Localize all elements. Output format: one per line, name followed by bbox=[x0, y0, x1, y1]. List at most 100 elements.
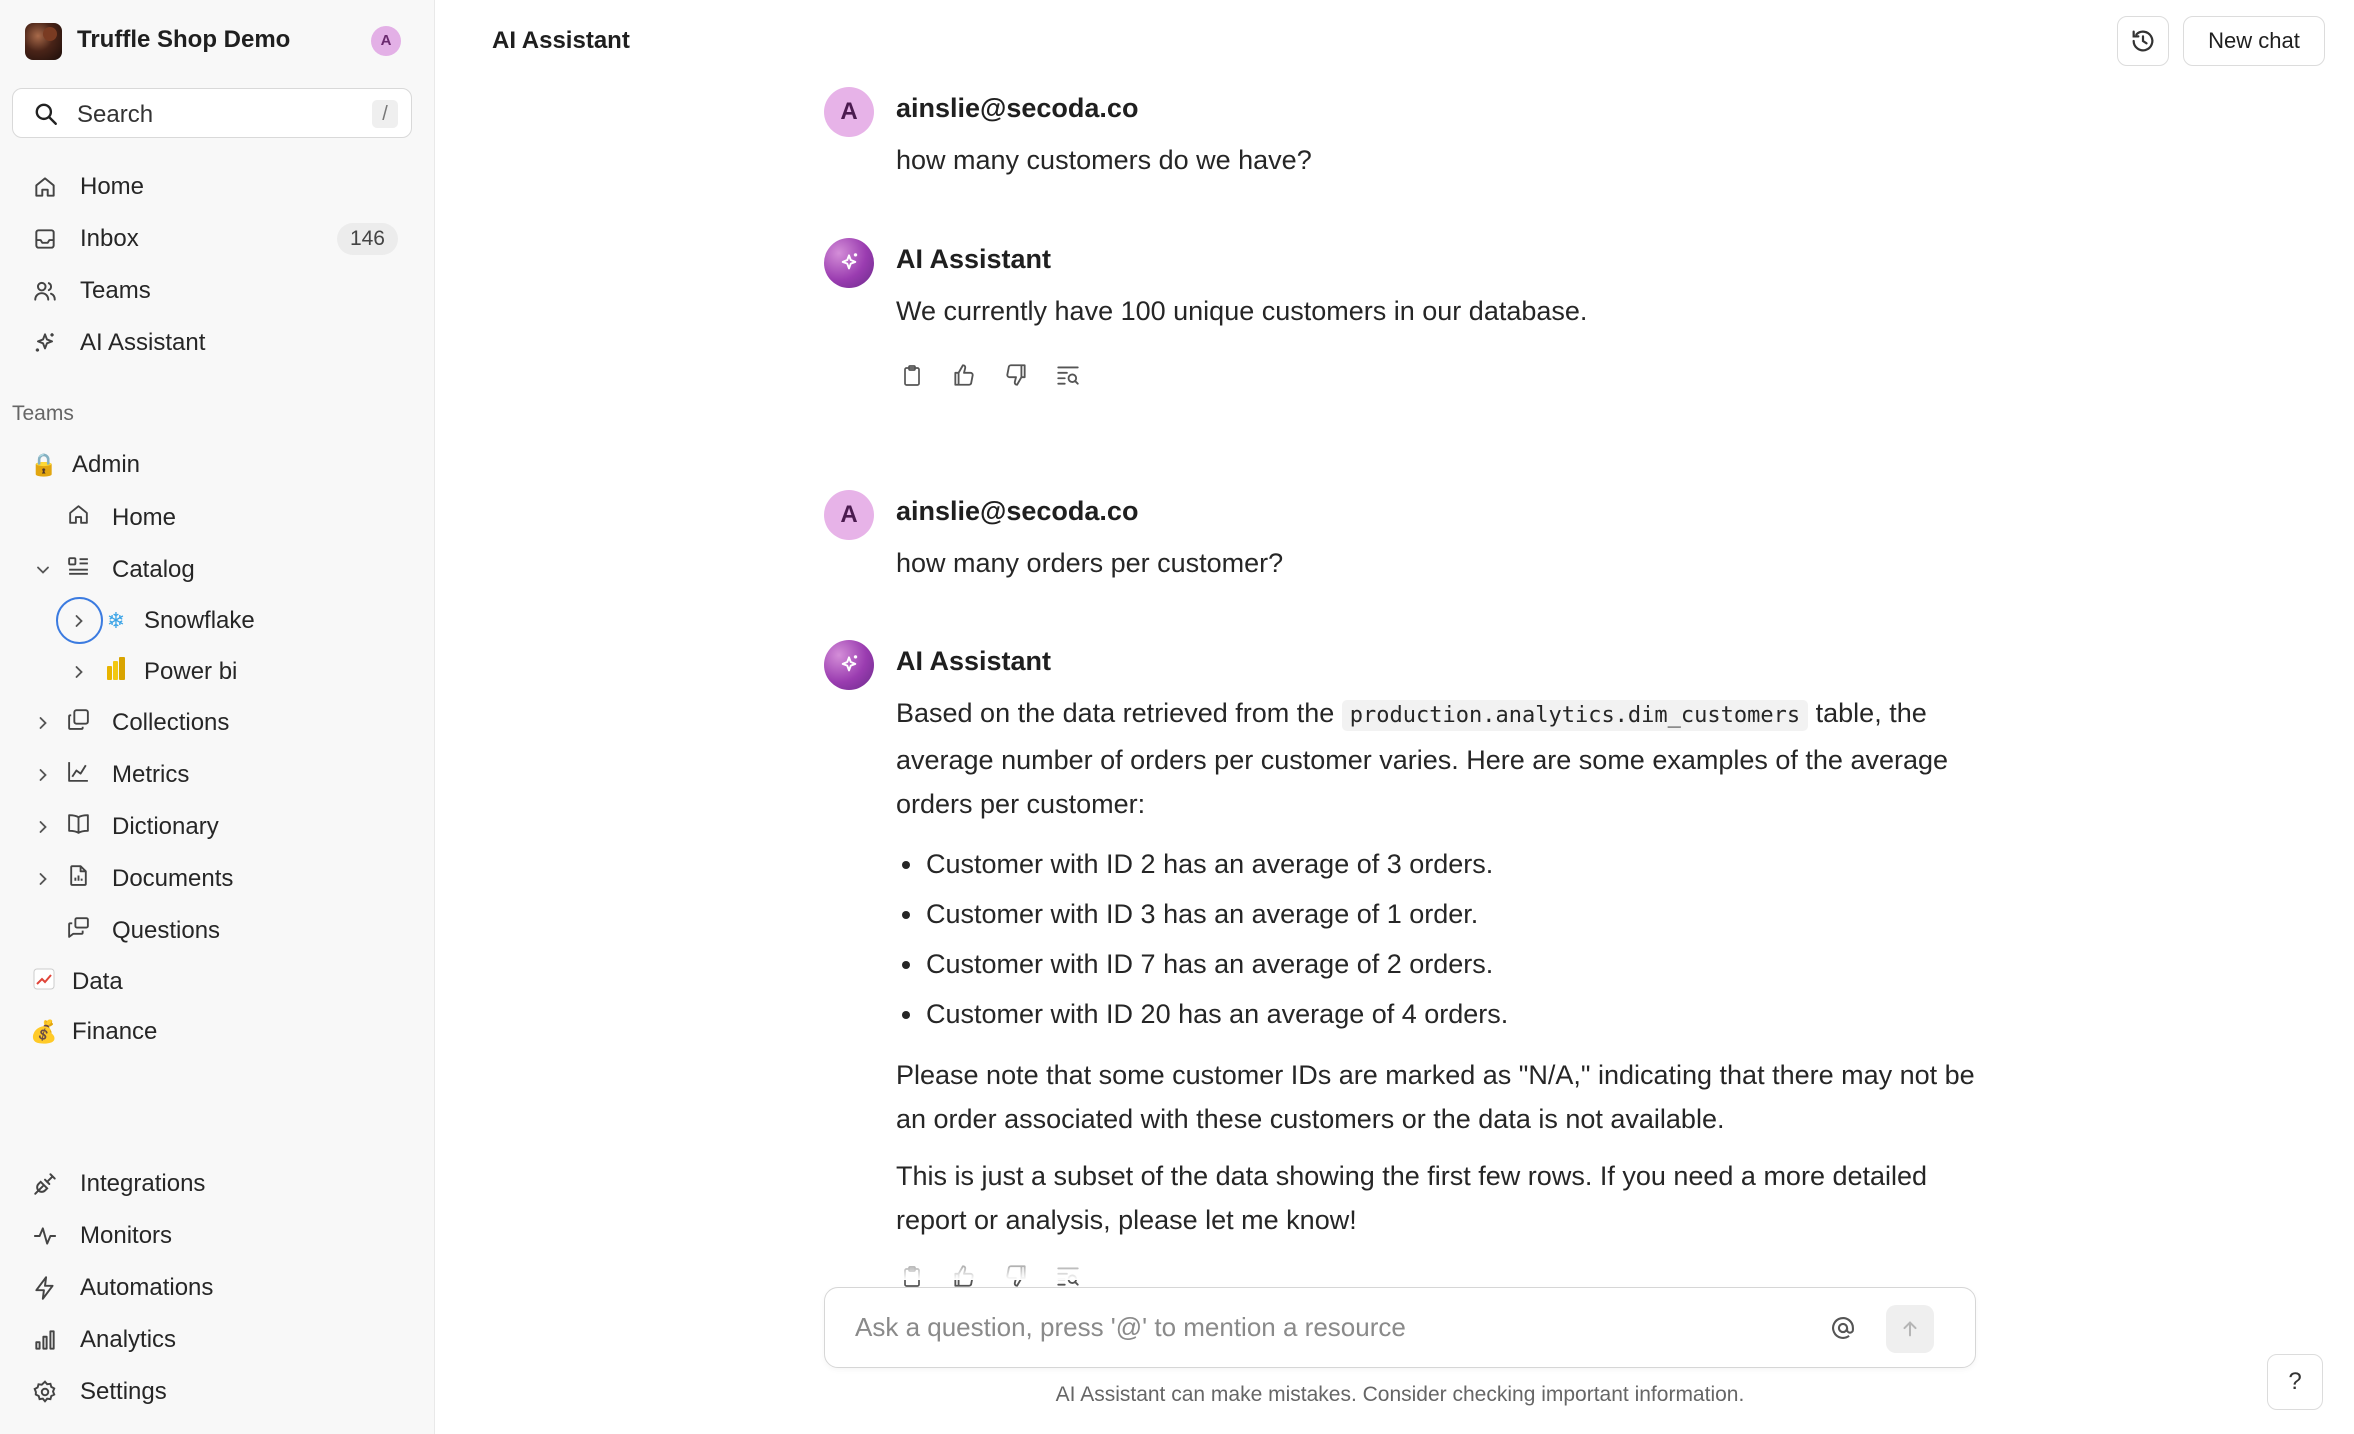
avatar: A bbox=[824, 87, 874, 137]
search-icon bbox=[35, 103, 57, 125]
nav-ai-assistant-label: AI Assistant bbox=[80, 329, 206, 356]
pulse-icon bbox=[30, 1221, 60, 1251]
chevron-right-icon[interactable] bbox=[66, 659, 92, 685]
nav-settings-label: Settings bbox=[80, 1378, 167, 1405]
workspace-logo[interactable] bbox=[25, 23, 62, 60]
nav-integrations[interactable]: Integrations bbox=[30, 1164, 410, 1204]
message-closing: This is just a subset of the data showin… bbox=[896, 1161, 1928, 1235]
message-text: how many orders per customer? bbox=[896, 548, 1284, 578]
snowflake-icon: ❄ bbox=[106, 608, 126, 633]
inbox-icon bbox=[30, 224, 60, 254]
admin-home[interactable]: Home bbox=[66, 498, 176, 538]
chart-increasing-icon bbox=[30, 967, 58, 997]
dictionary-label: Dictionary bbox=[112, 813, 219, 840]
questions-label: Questions bbox=[112, 917, 221, 944]
nav-teams-label: Teams bbox=[80, 277, 151, 304]
disclaimer: AI Assistant can make mistakes. Consider… bbox=[1055, 1383, 1745, 1406]
catalog-icon bbox=[66, 554, 92, 586]
nav-teams[interactable]: Teams bbox=[30, 271, 410, 311]
document-icon bbox=[66, 863, 92, 895]
book-icon bbox=[66, 811, 92, 843]
admin-home-label: Home bbox=[112, 504, 177, 531]
nav-inbox-label: Inbox bbox=[80, 225, 139, 252]
help-button[interactable]: ? bbox=[2267, 1354, 2323, 1410]
chevron-down-icon[interactable] bbox=[30, 557, 56, 583]
nav-analytics-label: Analytics bbox=[80, 1326, 177, 1353]
sparkles-icon bbox=[30, 328, 60, 358]
nav-integrations-label: Integrations bbox=[80, 1170, 206, 1197]
documents-item[interactable]: Documents bbox=[30, 859, 233, 899]
message-author: AI Assistant bbox=[896, 646, 1052, 676]
team-finance[interactable]: 💰 Finance bbox=[30, 1012, 157, 1052]
inspect-sources-icon[interactable] bbox=[1052, 359, 1084, 391]
lock-icon: 🔒 bbox=[30, 452, 58, 477]
message-actions bbox=[896, 359, 1084, 391]
power-bi-item[interactable]: Power bi bbox=[66, 652, 237, 692]
bolt-icon bbox=[30, 1273, 60, 1303]
chevron-right-icon[interactable] bbox=[30, 814, 56, 840]
nav-inbox[interactable]: Inbox 146 bbox=[30, 219, 410, 259]
questions-item[interactable]: Questions bbox=[66, 911, 220, 951]
message-author: ainslie@secoda.co bbox=[896, 496, 1139, 526]
users-icon bbox=[30, 276, 60, 306]
snowflake-item[interactable]: ❄ Snowflake bbox=[66, 601, 255, 641]
metrics-item[interactable]: Metrics bbox=[30, 755, 189, 795]
workspace-name[interactable]: Truffle Shop Demo bbox=[77, 26, 290, 54]
send-button[interactable] bbox=[1886, 1305, 1934, 1353]
catalog-item[interactable]: Catalog bbox=[30, 550, 195, 590]
nav-automations-label: Automations bbox=[80, 1274, 214, 1301]
chevron-right-icon[interactable] bbox=[66, 608, 92, 634]
home-icon bbox=[30, 172, 60, 202]
mention-icon[interactable] bbox=[1825, 1310, 1861, 1346]
bar-chart-icon bbox=[30, 1325, 60, 1355]
chat-input-placeholder: Ask a question, press '@' to mention a r… bbox=[855, 1312, 1406, 1342]
search-label: Search bbox=[77, 101, 154, 128]
nav-settings[interactable]: Settings bbox=[30, 1372, 410, 1412]
plug-icon bbox=[30, 1169, 60, 1199]
search-box[interactable]: Search / bbox=[12, 88, 412, 138]
bullet-list: Customer with ID 2 has an average of 3 o… bbox=[896, 839, 1976, 1039]
team-admin-label: Admin bbox=[72, 451, 141, 478]
inbox-count-badge: 146 bbox=[336, 223, 398, 255]
team-data-label: Data bbox=[72, 968, 123, 995]
nav-monitors[interactable]: Monitors bbox=[30, 1216, 410, 1256]
nav-ai-assistant[interactable]: AI Assistant bbox=[30, 323, 410, 363]
dictionary-item[interactable]: Dictionary bbox=[30, 807, 219, 847]
team-data[interactable]: Data bbox=[30, 962, 123, 1002]
thumbs-down-icon[interactable] bbox=[1000, 359, 1032, 391]
power-bi-icon bbox=[102, 656, 130, 688]
catalog-label: Catalog bbox=[112, 556, 195, 583]
arrow-up-icon bbox=[1903, 1321, 1917, 1337]
nav-automations[interactable]: Automations bbox=[30, 1268, 410, 1308]
chevron-right-icon[interactable] bbox=[30, 762, 56, 788]
page-title: AI Assistant bbox=[492, 27, 630, 54]
nav-home[interactable]: Home bbox=[30, 167, 410, 207]
assistant-avatar bbox=[824, 640, 874, 690]
chevron-right-icon[interactable] bbox=[30, 710, 56, 736]
list-item: Customer with ID 20 has an average of 4 … bbox=[896, 989, 1976, 1039]
new-chat-button[interactable]: New chat bbox=[2183, 16, 2325, 66]
money-bag-icon: 💰 bbox=[30, 1019, 58, 1044]
history-button[interactable] bbox=[2117, 16, 2169, 66]
collections-icon bbox=[66, 707, 92, 739]
user-avatar[interactable]: A bbox=[371, 26, 401, 56]
teams-section-title: Teams bbox=[12, 402, 74, 425]
message-text: We currently have 100 unique customers i… bbox=[896, 296, 1588, 326]
sidebar: Truffle Shop Demo A Search / Home Inbox … bbox=[0, 0, 435, 1434]
search-shortcut: / bbox=[372, 100, 398, 128]
gear-icon bbox=[30, 1377, 60, 1407]
team-finance-label: Finance bbox=[72, 1018, 158, 1045]
copy-icon[interactable] bbox=[896, 359, 928, 391]
main-panel: AI Assistant New chat A ainslie@secoda.c… bbox=[436, 0, 2354, 1434]
list-item: Customer with ID 2 has an average of 3 o… bbox=[896, 839, 1976, 889]
team-admin[interactable]: 🔒 Admin bbox=[30, 445, 140, 485]
nav-analytics[interactable]: Analytics bbox=[30, 1320, 410, 1360]
collections-item[interactable]: Collections bbox=[30, 703, 229, 743]
metrics-label: Metrics bbox=[112, 761, 190, 788]
chevron-right-icon[interactable] bbox=[30, 866, 56, 892]
message-author: ainslie@secoda.co bbox=[896, 93, 1139, 123]
chat-input[interactable]: Ask a question, press '@' to mention a r… bbox=[824, 1287, 1976, 1368]
list-item: Customer with ID 7 has an average of 2 o… bbox=[896, 939, 1976, 989]
thumbs-up-icon[interactable] bbox=[948, 359, 980, 391]
chart-icon bbox=[66, 759, 92, 791]
